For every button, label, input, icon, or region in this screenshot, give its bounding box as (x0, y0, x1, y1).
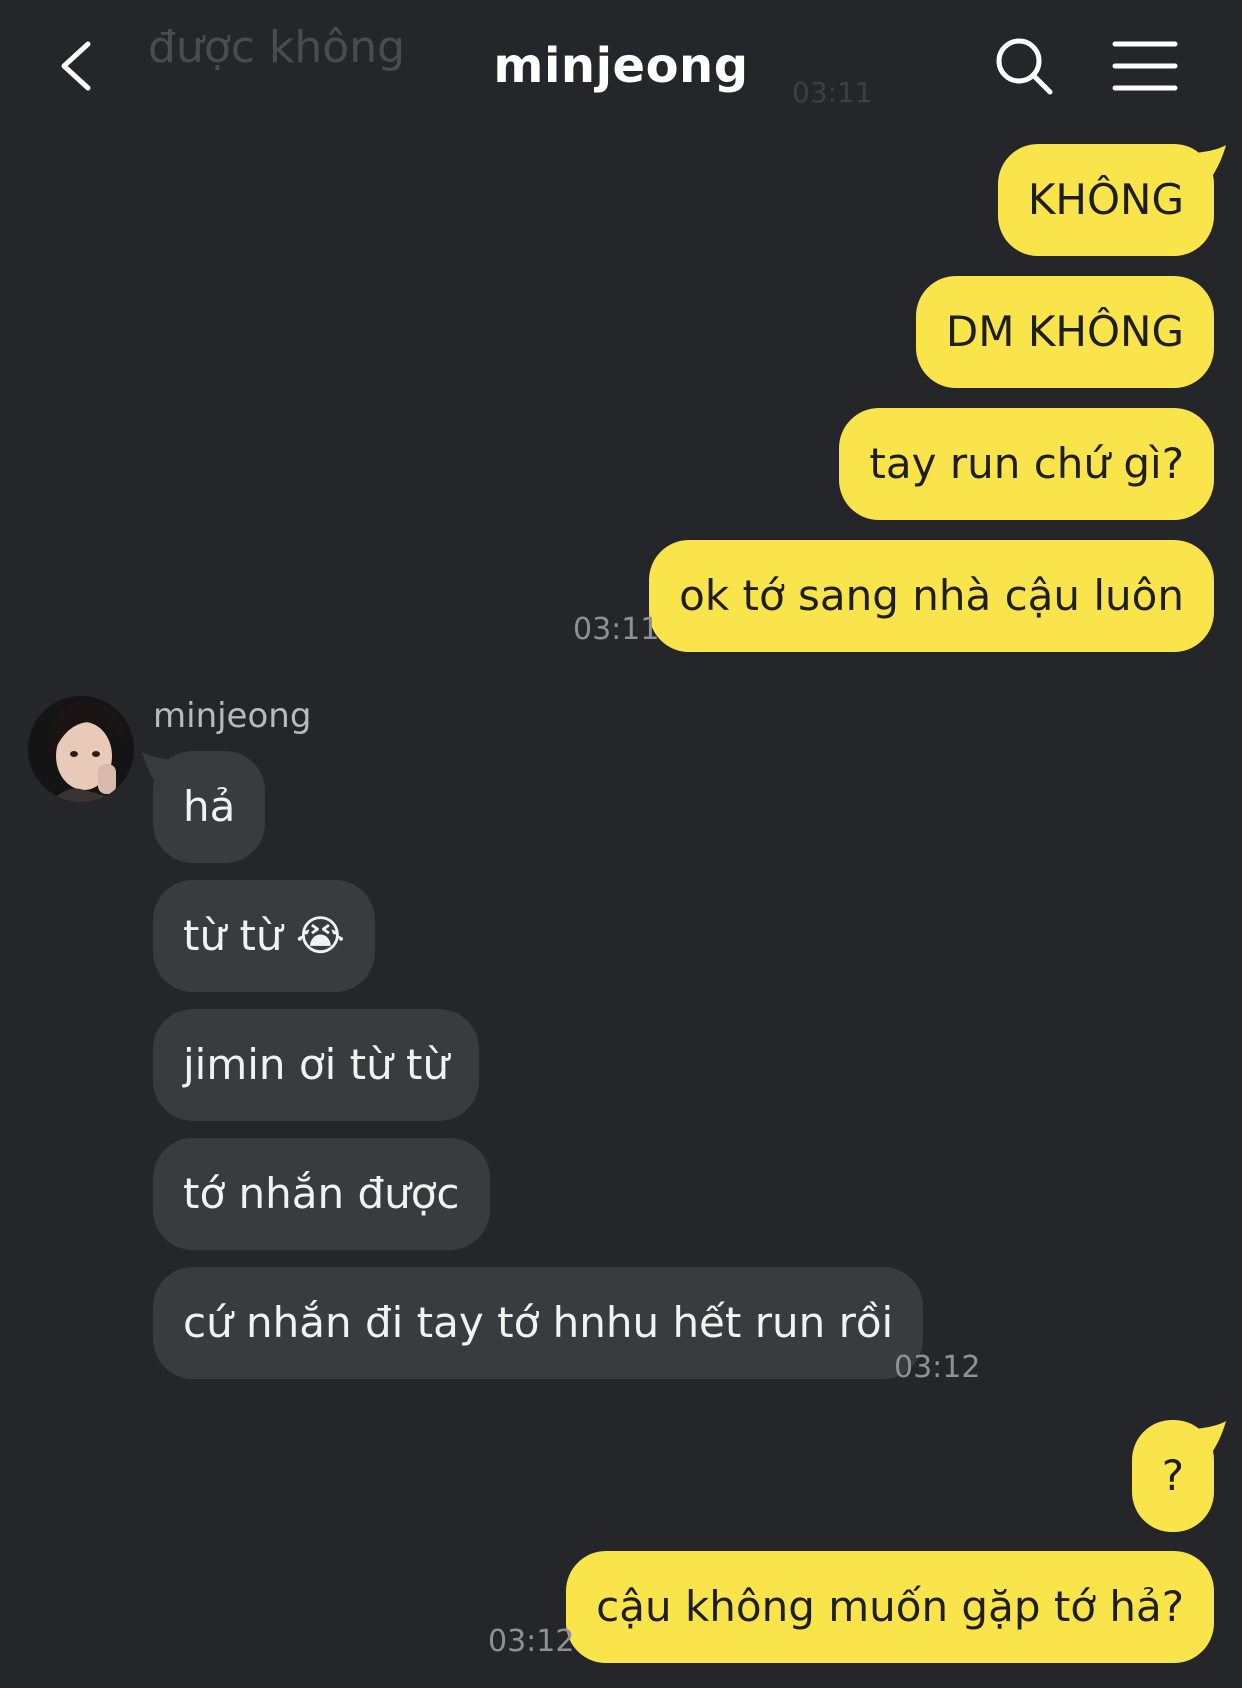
message-timestamp: 03:12 (488, 1624, 575, 1659)
search-icon[interactable] (992, 34, 1056, 98)
avatar-image (28, 696, 134, 802)
received-message[interactable]: hả (153, 751, 266, 863)
received-message[interactable]: tớ nhắn được (153, 1138, 490, 1250)
received-message[interactable]: từ từ 😭 (153, 880, 375, 992)
received-message[interactable]: cứ nhắn đi tay tớ hnhu hết run rồi (153, 1267, 924, 1379)
sent-message[interactable]: DM KHÔNG (915, 276, 1214, 388)
sender-name: minjeong (153, 696, 312, 736)
received-message[interactable]: jimin ơi từ từ (153, 1009, 480, 1121)
chat-header: minjeong (0, 0, 1242, 130)
sent-message[interactable]: tay run chứ gì? (839, 408, 1214, 520)
sent-message[interactable]: cậu không muốn gặp tớ hả? (566, 1551, 1214, 1663)
avatar[interactable] (28, 696, 134, 802)
sent-message[interactable]: ? (1131, 1420, 1214, 1532)
sent-message[interactable]: KHÔNG (997, 144, 1214, 256)
message-timestamp: 03:12 (894, 1350, 981, 1385)
sent-message[interactable]: ok tớ sang nhà cậu luôn (649, 540, 1214, 652)
hamburger-menu-icon[interactable] (1112, 38, 1178, 94)
message-timestamp: 03:11 (573, 612, 660, 647)
